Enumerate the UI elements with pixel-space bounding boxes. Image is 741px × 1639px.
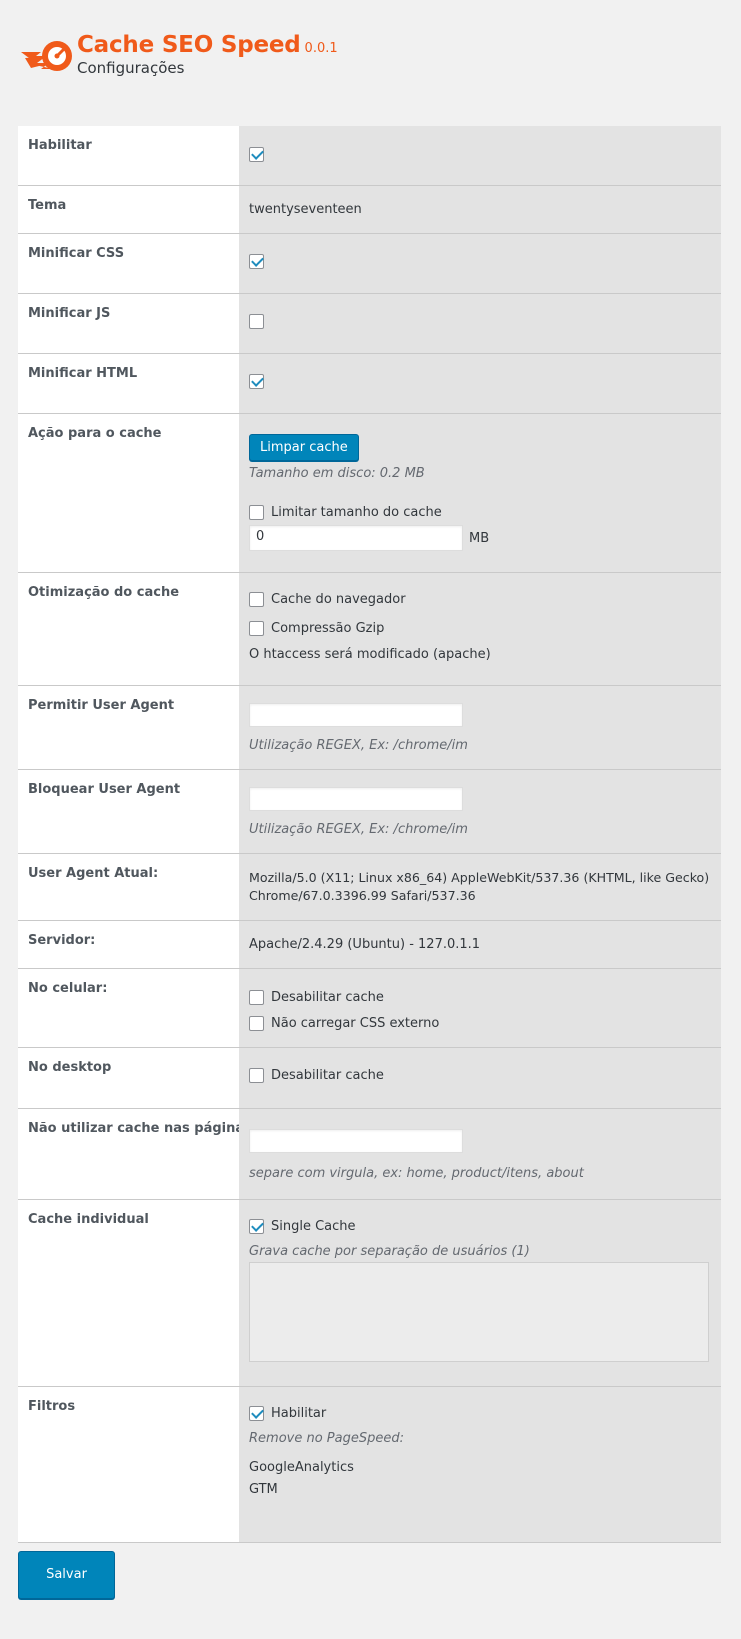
filtros-enable-checkbox[interactable] [249,1405,264,1421]
row-nao-utilizar: Não utilizar cache nas páginas separe co… [18,1109,721,1200]
row-tema: Tema twentyseventeen [18,186,721,234]
row-filtros: Filtros Habilitar Remove no PageSpeed: G… [18,1387,721,1543]
row-label: User Agent Atual: [18,854,239,920]
row-value: Utilização REGEX, Ex: /chrome/im [239,686,721,769]
row-otimizacao: Otimização do cache Cache do navegador C… [18,573,721,686]
row-value: Habilitar Remove no PageSpeed: GoogleAna… [239,1387,721,1542]
row-value: Cache do navegador Compressão Gzip O hta… [239,573,721,685]
mobile-no-css-label: Não carregar CSS externo [271,1015,440,1031]
excluded-pages-input[interactable] [249,1129,463,1153]
limpar-cache-button[interactable]: Limpar cache [249,434,359,461]
row-minificar-html: Minificar HTML [18,354,721,414]
server-value: Apache/2.4.29 (Ubuntu) - 127.0.1.1 [249,937,481,952]
gzip-label: Compressão Gzip [271,620,385,636]
row-permitir-ua: Permitir User Agent Utilização REGEX, Ex… [18,686,721,770]
app-version: 0.0.1 [304,41,338,56]
minificar-css-checkbox[interactable] [249,253,264,269]
row-label: Minificar HTML [18,354,239,413]
row-label: Servidor: [18,921,239,968]
save-button[interactable]: Salvar [18,1551,115,1599]
row-value: twentyseventeen [239,186,721,233]
minificar-js-checkbox[interactable] [249,313,264,329]
row-value [239,234,721,293]
single-cache-checkbox[interactable] [249,1218,264,1234]
row-label: Cache individual [18,1200,239,1386]
row-label: Ação para o cache [18,414,239,572]
row-celular: No celular: Desabilitar cache Não carreg… [18,969,721,1048]
cache-limit-unit: MB [469,530,490,546]
desktop-disable-cache-label: Desabilitar cache [271,1067,384,1083]
single-cache-label: Single Cache [271,1218,356,1234]
bloquear-ua-hint: Utilização REGEX, Ex: /chrome/im [249,822,468,837]
row-desktop: No desktop Desabilitar cache [18,1048,721,1109]
row-value [239,354,721,413]
row-servidor: Servidor: Apache/2.4.29 (Ubuntu) - 127.0… [18,921,721,969]
ua-line-2: Chrome/67.0.3396.99 Safari/537.36 [249,888,476,903]
ua-line-1: Mozilla/5.0 (X11; Linux x86_64) AppleWeb… [249,870,710,885]
row-label: Otimização do cache [18,573,239,685]
row-value [239,126,721,185]
excluded-pages-hint: separe com virgula, ex: home, product/it… [249,1166,584,1181]
single-cache-hint: Grava cache por separação de usuários (1… [249,1244,530,1259]
row-label: Filtros [18,1387,239,1542]
row-label: No celular: [18,969,239,1047]
permitir-ua-input[interactable] [249,703,463,727]
bloquear-ua-input[interactable] [249,787,463,811]
row-value: Apache/2.4.29 (Ubuntu) - 127.0.1.1 [239,921,721,968]
minificar-html-checkbox[interactable] [249,373,264,389]
row-label: No desktop [18,1048,239,1108]
single-cache-textarea[interactable] [249,1262,709,1362]
theme-value: twentyseventeen [249,202,362,217]
row-label: Habilitar [18,126,239,185]
filter-item: GoogleAnalytics [249,1460,354,1475]
row-value: Single Cache Grava cache por separação d… [239,1200,721,1386]
row-minificar-css: Minificar CSS [18,234,721,294]
page-subtitle: Configurações [77,59,185,77]
settings-table: Habilitar Tema twentyseventeen Minificar… [18,126,721,1543]
row-label: Bloquear User Agent [18,770,239,853]
gzip-checkbox[interactable] [249,620,264,636]
filtros-hint: Remove no PageSpeed: [249,1431,404,1446]
row-value: Desabilitar cache [239,1048,721,1108]
row-value [239,294,721,353]
row-value: Mozilla/5.0 (X11; Linux x86_64) AppleWeb… [239,854,721,920]
row-value: Utilização REGEX, Ex: /chrome/im [239,770,721,853]
row-value: separe com virgula, ex: home, product/it… [239,1109,721,1199]
habilitar-checkbox[interactable] [249,146,264,162]
row-bloquear-ua: Bloquear User Agent Utilização REGEX, Ex… [18,770,721,854]
browser-cache-label: Cache do navegador [271,591,406,607]
row-value: Limpar cache Tamanho em disco: 0.2 MB Li… [239,414,721,572]
filter-item: GTM [249,1482,278,1497]
mobile-no-css-checkbox[interactable] [249,1015,264,1031]
filtros-enable-label: Habilitar [271,1405,327,1421]
disk-size-text: Tamanho em disco: 0.2 MB [249,466,425,481]
title-line: Cache SEO Speed 0.0.1 [77,32,338,58]
limit-cache-checkbox[interactable] [249,504,264,520]
row-label: Permitir User Agent [18,686,239,769]
cache-limit-input[interactable]: 0 [249,525,463,551]
row-label: Minificar CSS [18,234,239,293]
row-acao-cache: Ação para o cache Limpar cache Tamanho e… [18,414,721,573]
row-value: Desabilitar cache Não carregar CSS exter… [239,969,721,1047]
mobile-disable-cache-label: Desabilitar cache [271,989,384,1005]
browser-cache-checkbox[interactable] [249,591,264,607]
row-cache-individual: Cache individual Single Cache Grava cach… [18,1200,721,1387]
row-ua-atual: User Agent Atual: Mozilla/5.0 (X11; Linu… [18,854,721,921]
limit-cache-label: Limitar tamanho do cache [271,504,442,520]
app-title: Cache SEO Speed [77,32,301,58]
row-label: Não utilizar cache nas páginas [18,1109,252,1199]
row-minificar-js: Minificar JS [18,294,721,354]
mobile-disable-cache-checkbox[interactable] [249,989,264,1005]
permitir-ua-hint: Utilização REGEX, Ex: /chrome/im [249,738,468,753]
desktop-disable-cache-checkbox[interactable] [249,1067,264,1083]
row-habilitar: Habilitar [18,126,721,186]
row-label: Minificar JS [18,294,239,353]
row-label: Tema [18,186,239,233]
page-header: Cache SEO Speed 0.0.1 Configurações [19,32,719,82]
htaccess-note: O htaccess será modificado (apache) [249,647,491,662]
flame-logo-icon [21,41,72,71]
